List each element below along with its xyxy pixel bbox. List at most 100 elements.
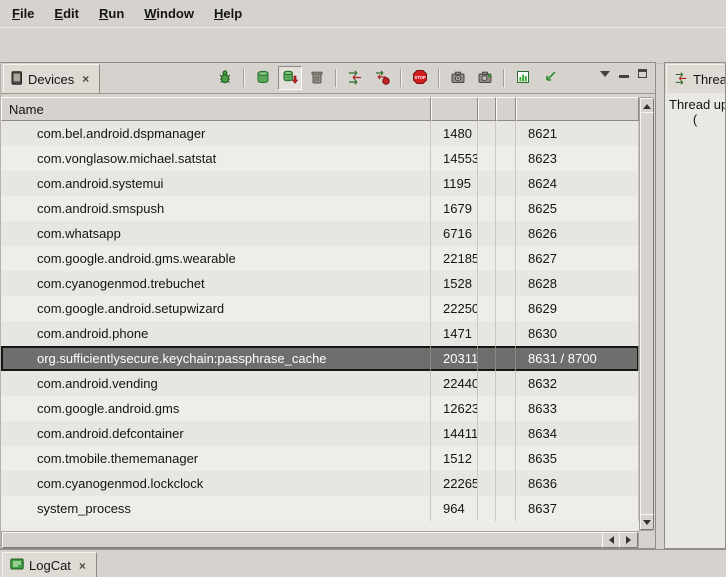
- devices-toolbar: STOP: [213, 66, 562, 90]
- menu-file[interactable]: File: [2, 2, 44, 25]
- device-row-selected[interactable]: org.sufficientlysecure.keychain:passphra…: [1, 346, 639, 371]
- column-header-blank-3[interactable]: [496, 97, 516, 121]
- update-heap-button[interactable]: [251, 66, 275, 90]
- close-icon[interactable]: ×: [79, 72, 92, 86]
- tab-devices[interactable]: Devices ×: [3, 64, 100, 93]
- debug-port-cell: 8635: [516, 446, 639, 471]
- debug-port-cell: 8626: [516, 221, 639, 246]
- process-pid-cell: 12623: [431, 396, 478, 421]
- start-method-profiling-icon: [374, 69, 390, 88]
- debug-port-cell: 8625: [516, 196, 639, 221]
- vertical-scrollbar[interactable]: [639, 97, 653, 531]
- arrow-right-icon: [626, 536, 631, 544]
- arrow-up-icon: [643, 104, 651, 109]
- start-method-profiling-button[interactable]: [370, 66, 394, 90]
- toolbar-separator: [243, 69, 245, 87]
- device-row[interactable]: com.whatsapp67168626: [1, 221, 639, 246]
- device-table-body: com.bel.android.dspmanager14808621com.vo…: [1, 121, 639, 531]
- menu-help[interactable]: Help: [204, 2, 252, 25]
- view-window-buttons: [600, 69, 647, 78]
- tab-logcat[interactable]: LogCat ×: [2, 552, 97, 577]
- hierarchy-view-icon: [542, 69, 558, 88]
- process-pid-cell: 1195: [431, 171, 478, 196]
- debug-port-cell: 8628: [516, 271, 639, 296]
- scroll-right-button[interactable]: [619, 532, 638, 548]
- process-name-cell: system_process: [1, 496, 431, 521]
- device-row[interactable]: com.android.vending224408632: [1, 371, 639, 396]
- vertical-scrollbar-thumb[interactable]: [640, 112, 654, 518]
- toolbar-separator: [400, 69, 402, 87]
- screen-record-icon: [477, 69, 493, 88]
- threads-icon: [674, 71, 688, 88]
- device-row[interactable]: com.vonglasow.michael.satstat145538623: [1, 146, 639, 171]
- device-row[interactable]: com.cyanogenmod.lockclock222658636: [1, 471, 639, 496]
- menu-bar: FileEditRunWindowHelp: [0, 0, 726, 27]
- spacer-cell: [496, 121, 516, 146]
- device-row[interactable]: com.android.smspush16798625: [1, 196, 639, 221]
- debug-port-cell: 8637: [516, 496, 639, 521]
- process-pid-cell: 14553: [431, 146, 478, 171]
- device-row[interactable]: system_process964 8637: [1, 496, 639, 521]
- device-row[interactable]: com.bel.android.dspmanager14808621: [1, 121, 639, 146]
- minimize-icon: [619, 70, 629, 78]
- column-header-blank-1[interactable]: [431, 97, 478, 121]
- process-pid-cell: 22250: [431, 296, 478, 321]
- horizontal-scrollbar[interactable]: [1, 531, 639, 547]
- debug-process-icon: [217, 69, 233, 88]
- device-row[interactable]: com.cyanogenmod.trebuchet15288628: [1, 271, 639, 296]
- spacer-cell: [478, 321, 496, 346]
- process-pid-cell: 964: [431, 496, 478, 521]
- screen-capture-button[interactable]: [446, 66, 470, 90]
- spacer-cell: [496, 396, 516, 421]
- process-name-cell: com.android.systemui: [1, 171, 431, 196]
- debug-process-button[interactable]: [213, 66, 237, 90]
- device-row[interactable]: com.android.systemui11958624: [1, 171, 639, 196]
- view-menu-button[interactable]: [600, 71, 610, 77]
- scroll-down-button[interactable]: [640, 514, 654, 530]
- toolbar-separator: [438, 69, 440, 87]
- menu-window[interactable]: Window: [134, 2, 204, 25]
- spacer-cell: [478, 146, 496, 171]
- spacer-cell: [496, 471, 516, 496]
- column-header-blank-4[interactable]: [516, 97, 639, 121]
- hierarchy-view-button[interactable]: [538, 66, 562, 90]
- tab-threads-label: Threads: [693, 72, 726, 87]
- device-row[interactable]: com.google.android.gms126238633: [1, 396, 639, 421]
- cause-gc-button[interactable]: [305, 66, 329, 90]
- column-header-name[interactable]: Name: [1, 97, 431, 121]
- update-threads-button[interactable]: [343, 66, 367, 90]
- spacer-cell: [478, 246, 496, 271]
- process-name-cell: com.cyanogenmod.trebuchet: [1, 271, 431, 296]
- device-row[interactable]: com.google.android.gms.wearable221858627: [1, 246, 639, 271]
- device-row[interactable]: com.android.defcontainer144118634: [1, 421, 639, 446]
- process-name-cell: com.android.defcontainer: [1, 421, 431, 446]
- process-name-cell: com.google.android.gms: [1, 396, 431, 421]
- minimize-button[interactable]: [619, 70, 629, 78]
- update-threads-icon: [347, 69, 363, 88]
- device-row[interactable]: com.android.phone14718630: [1, 321, 639, 346]
- device-row[interactable]: com.google.android.setupwizard222508629: [1, 296, 639, 321]
- spacer-cell: [478, 196, 496, 221]
- column-header-blank-2[interactable]: [478, 97, 496, 121]
- stop-process-button[interactable]: STOP: [408, 66, 432, 90]
- dump-hprof-button[interactable]: [278, 66, 302, 90]
- sysinfo-button[interactable]: [511, 66, 535, 90]
- menu-edit[interactable]: Edit: [44, 2, 89, 25]
- process-pid-cell: 6716: [431, 221, 478, 246]
- device-table-header: Name: [1, 97, 639, 121]
- process-name-cell: com.android.phone: [1, 321, 431, 346]
- threads-message-line2: (: [665, 112, 725, 127]
- process-name-cell: com.bel.android.dspmanager: [1, 121, 431, 146]
- spacer-cell: [496, 346, 516, 371]
- screen-record-button[interactable]: [473, 66, 497, 90]
- menu-run[interactable]: Run: [89, 2, 134, 25]
- close-icon[interactable]: ×: [76, 559, 89, 573]
- horizontal-scrollbar-thumb[interactable]: [2, 532, 604, 548]
- logcat-icon: [10, 557, 24, 574]
- threads-panel: Threads Thread up (: [664, 62, 726, 549]
- maximize-icon: [638, 69, 647, 78]
- tab-threads[interactable]: Threads: [666, 64, 726, 93]
- threads-view-header: Threads: [665, 63, 725, 94]
- maximize-button[interactable]: [638, 69, 647, 78]
- device-row[interactable]: com.tmobile.thememanager15128635: [1, 446, 639, 471]
